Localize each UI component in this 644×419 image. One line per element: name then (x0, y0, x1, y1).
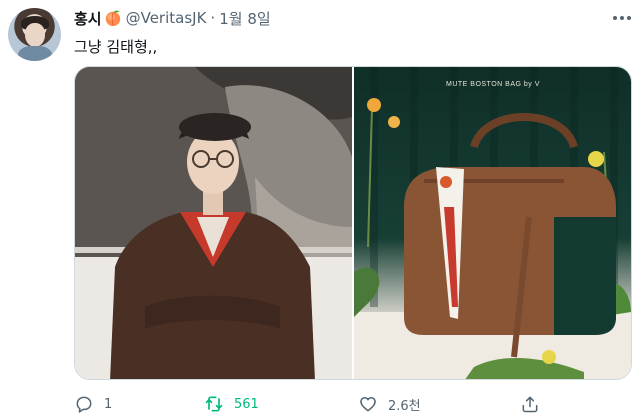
bag-illustration: MUTE BOSTON BAG by V (354, 67, 631, 379)
tweet-header: 홍시 @VeritasJK · 1월 8일 (74, 8, 271, 28)
like-count: 2.6천 (388, 398, 421, 414)
more-dot (627, 16, 631, 20)
avatar-body (18, 46, 52, 61)
retweet-button[interactable]: 561 (204, 392, 259, 416)
reply-count: 1 (104, 396, 113, 412)
action-bar: 1 561 2.6천 (74, 392, 632, 416)
reply-button[interactable]: 1 (74, 392, 112, 416)
person-illustration (75, 67, 352, 379)
tweet-date[interactable]: 1월 8일 (219, 8, 270, 29)
more-dot (620, 16, 624, 20)
retweet-count: 561 (234, 396, 259, 412)
handle[interactable]: @VeritasJK (126, 9, 207, 27)
like-button[interactable]: 2.6천 (358, 392, 421, 416)
tweet[interactable]: 홍시 @VeritasJK · 1월 8일 그냥 김태형,, MUTE BOST… (0, 0, 644, 419)
display-name[interactable]: 홍시 (74, 8, 102, 29)
share-icon (522, 396, 538, 413)
share-button[interactable] (520, 392, 540, 416)
tweet-text: 그냥 김태형,, (74, 38, 158, 56)
more-dot (613, 16, 617, 20)
retweet-icon (205, 396, 223, 412)
separator-dot: · (210, 9, 216, 27)
reply-icon (76, 396, 92, 413)
avatar[interactable] (8, 8, 61, 61)
bag-brand-text: MUTE BOSTON BAG by V (446, 81, 540, 88)
more-options-icon[interactable] (608, 8, 636, 28)
photo-bag[interactable]: MUTE BOSTON BAG by V (354, 67, 631, 379)
media-grid: MUTE BOSTON BAG by V (74, 66, 632, 380)
photo-person[interactable] (75, 67, 352, 379)
like-icon (360, 397, 376, 412)
avatar-face (25, 23, 45, 47)
peach-emoji-icon (105, 10, 120, 27)
